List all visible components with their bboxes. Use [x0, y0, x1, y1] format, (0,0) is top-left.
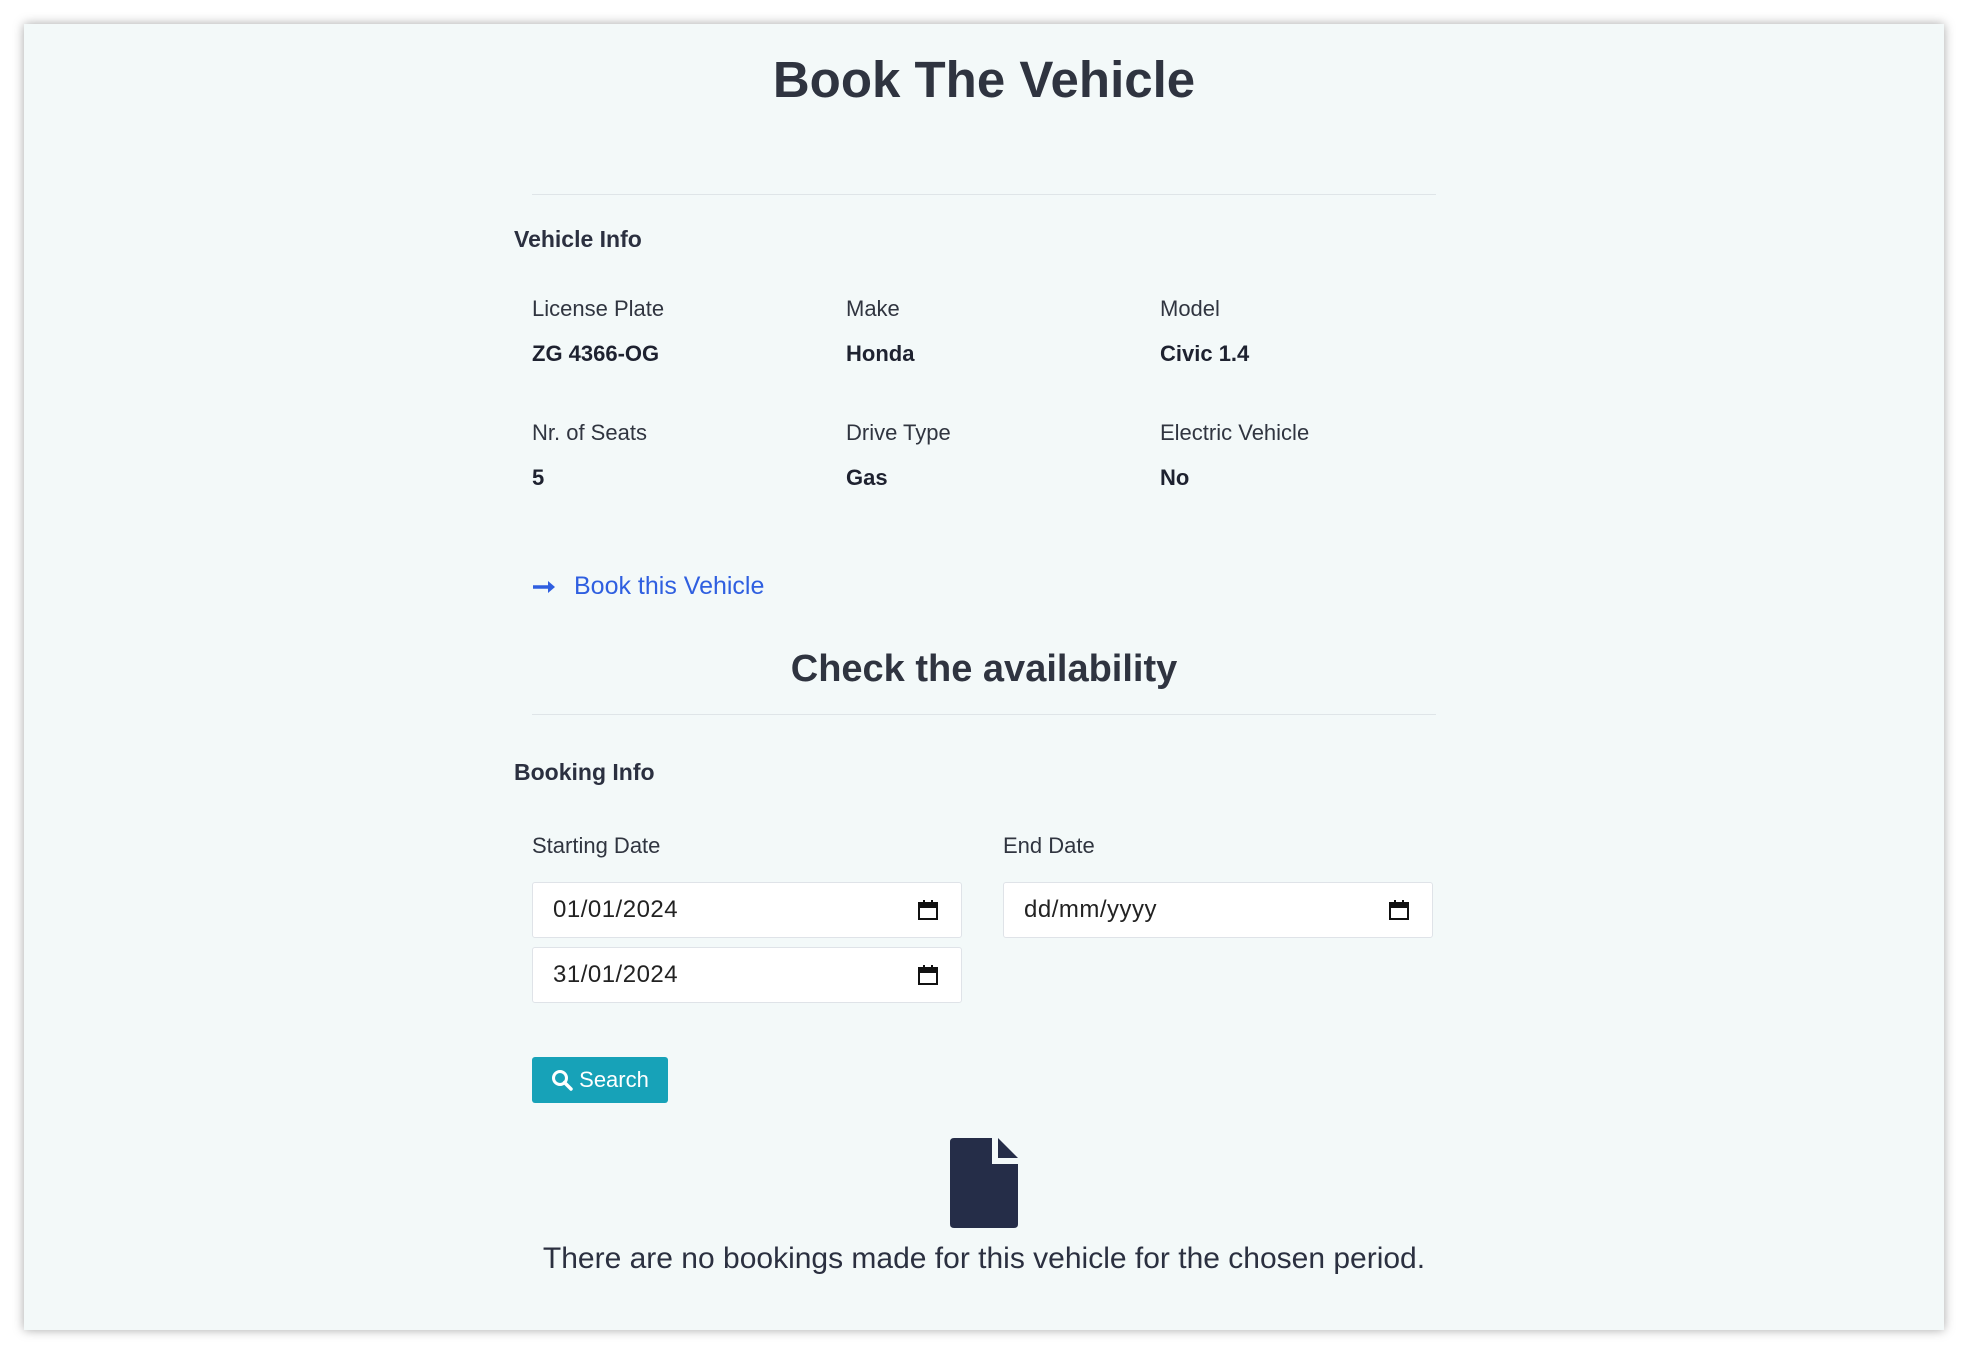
- arrow-right-icon: [533, 580, 555, 593]
- search-button[interactable]: Search: [532, 1057, 668, 1103]
- license-plate-value: ZG 4366-OG: [532, 341, 660, 366]
- book-vehicle-link[interactable]: Book this Vehicle: [532, 572, 764, 601]
- license-plate-label: License Plate: [532, 296, 665, 321]
- divider: [532, 714, 1436, 715]
- end-date-input[interactable]: dd/mm/yyyy: [1003, 882, 1433, 938]
- electric-vehicle-label: Electric Vehicle: [1160, 420, 1310, 445]
- starting-date-label: Starting Date: [532, 833, 661, 858]
- make-value: Honda: [846, 341, 915, 366]
- make-label: Make: [846, 296, 900, 321]
- electric-vehicle-value: No: [1160, 465, 1190, 490]
- starting-date-input[interactable]: 01/01/2024: [532, 882, 962, 938]
- page-title: Book The Vehicle: [772, 51, 1196, 108]
- model-value: Civic 1.4: [1160, 341, 1250, 366]
- calendar-icon[interactable]: [917, 899, 939, 921]
- starting-date-value-2: 31/01/2024: [553, 961, 679, 988]
- drive-type-value: Gas: [846, 465, 888, 490]
- browser-page: Book The Vehicle Vehicle Info License Pl…: [24, 24, 1944, 1330]
- empty-state-message: There are no bookings made for this vehi…: [542, 1242, 1426, 1275]
- end-date-placeholder: dd/mm/yyyy: [1024, 896, 1158, 923]
- booking-info-heading: Booking Info: [514, 759, 655, 785]
- search-button-label: Search: [579, 1067, 649, 1092]
- drive-type-label: Drive Type: [846, 420, 951, 445]
- divider: [532, 194, 1436, 195]
- model-label: Model: [1160, 296, 1220, 321]
- search-icon: [552, 1070, 573, 1091]
- file-icon: [950, 1138, 1018, 1228]
- starting-date-value: 01/01/2024: [553, 896, 679, 923]
- availability-title: Check the availability: [790, 648, 1178, 690]
- seats-value: 5: [532, 465, 545, 490]
- seats-label: Nr. of Seats: [532, 420, 647, 445]
- end-date-label: End Date: [1003, 833, 1095, 858]
- calendar-icon[interactable]: [917, 964, 939, 986]
- book-vehicle-link-label: Book this Vehicle: [574, 572, 765, 600]
- starting-date-input-2[interactable]: 31/01/2024: [532, 947, 962, 1003]
- calendar-icon[interactable]: [1388, 899, 1410, 921]
- vehicle-info-heading: Vehicle Info: [514, 226, 642, 252]
